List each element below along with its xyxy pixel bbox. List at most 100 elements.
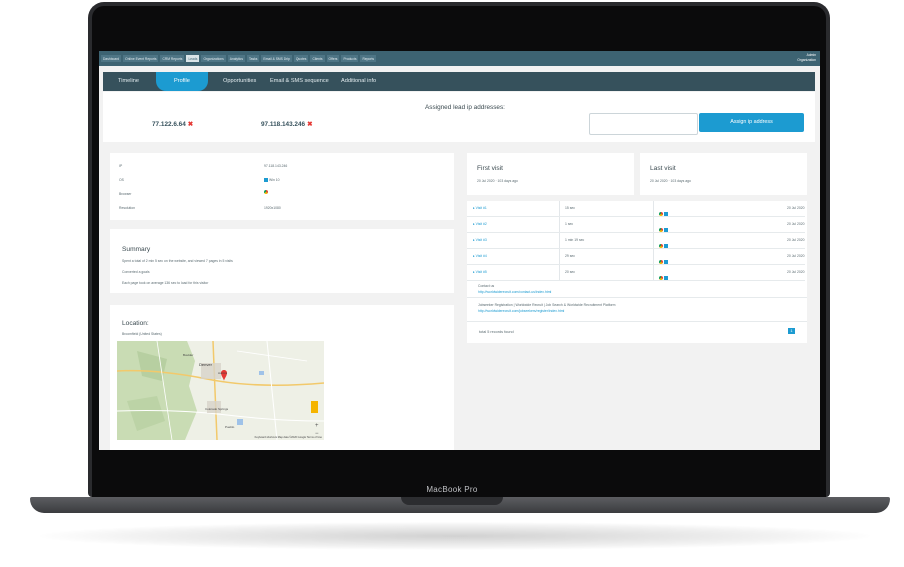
visit-duration: 1 min 19 sec [565, 238, 585, 242]
detail-label: Browser [119, 192, 132, 196]
nav-item-organizations[interactable]: Organizations [201, 55, 226, 62]
nav-item-dashboard[interactable]: Dashboard [101, 55, 122, 62]
map-label: Aurora [218, 371, 228, 375]
detail-value: 97.118.143.246 [264, 164, 288, 168]
summary-card: Summary Spent a total of 2 min 5 sec on … [110, 229, 454, 293]
nav-item-reports[interactable]: Reports [360, 55, 377, 62]
ip-address: 97.118.143.246 [261, 121, 306, 128]
tab-additional-info[interactable]: Additional info [341, 78, 376, 84]
map-label: Boulder [183, 353, 194, 357]
visit-row[interactable]: ▸ Visit #1 15 sec 20 Jul 2020 [467, 201, 805, 217]
ip-address-input[interactable] [589, 113, 698, 135]
visit-row[interactable]: ▸ Visit #3 1 min 19 sec 20 Jul 2020 [467, 233, 805, 249]
ip-address: 77.122.6.64 [152, 121, 186, 128]
last-visit-title: Last visit [650, 165, 676, 172]
windows-icon [664, 275, 668, 280]
nav-item-tasks[interactable]: Tasks [246, 55, 260, 62]
remove-ip-icon[interactable]: ✖ [188, 121, 193, 128]
location-map[interactable]: + − Denver Aurora Boulder Pueblo Colorad… [117, 341, 324, 440]
nav-item-leads[interactable]: Leads [186, 55, 200, 62]
visit-date: 20 Jul 2020 [787, 238, 805, 242]
last-visit-value: 20 Jul 2020 · 103 days ago [650, 179, 691, 183]
column-divider [653, 217, 654, 232]
map-image: + − [117, 341, 324, 440]
column-divider [559, 233, 560, 248]
windows-icon [664, 243, 668, 248]
visit-name[interactable]: ▸ Visit #5 [473, 270, 487, 274]
screen: Dashboard Online Event Reports CRM Reports… [99, 51, 820, 450]
windows-icon [664, 259, 668, 264]
nav-item-online-event-reports[interactable]: Online Event Reports [123, 55, 159, 62]
visit-row[interactable]: ▸ Visit #5 20 sec 20 Jul 2020 [467, 265, 805, 281]
windows-icon [264, 178, 268, 183]
ip-address-item: 97.118.143.246 ✖ [261, 120, 312, 128]
chrome-icon [659, 227, 663, 232]
page-entry: Jobseeker Registration | Worldwide Recru… [467, 301, 807, 316]
remove-ip-icon[interactable]: ✖ [307, 121, 312, 128]
visit-date: 20 Jul 2020 [787, 206, 805, 210]
column-divider [653, 201, 654, 216]
page-title: Jobseeker Registration | Worldwide Recru… [478, 303, 616, 307]
chrome-icon [659, 275, 663, 280]
records-footer: total 5 records found 1 [467, 321, 807, 342]
visit-duration: 29 sec [565, 254, 575, 258]
user-org: Organization [797, 57, 816, 62]
column-divider [559, 201, 560, 216]
tab-profile[interactable]: Profile [156, 72, 208, 91]
nav-item-crm-reports[interactable]: CRM Reports [160, 55, 185, 62]
first-visit-value: 20 Jul 2020 · 103 days ago [477, 179, 518, 183]
nav-item-analytics[interactable]: Analytics [227, 55, 245, 62]
last-visit-card: Last visit 20 Jul 2020 · 103 days ago [640, 153, 807, 195]
map-label: Denver [199, 362, 212, 367]
records-count: total 5 records found [479, 330, 514, 334]
tab-timeline[interactable]: Timeline [118, 78, 139, 84]
chrome-icon [659, 259, 663, 264]
location-card: Location: Broomfield (United States) + −… [110, 305, 454, 450]
summary-line: Each page took on average 136 sec to loa… [122, 281, 209, 285]
windows-icon [664, 211, 668, 216]
visit-date: 20 Jul 2020 [787, 270, 805, 274]
page-title: Contact us [478, 284, 495, 288]
visit-name[interactable]: ▸ Visit #2 [473, 222, 487, 226]
column-divider [653, 233, 654, 248]
nav-item-email-sms-drip[interactable]: Email & SMS Drip [261, 55, 292, 62]
detail-value-os: Win 10 [264, 178, 280, 183]
detail-label: OS [119, 178, 124, 182]
chrome-icon [659, 243, 663, 248]
laptop-shadow [40, 522, 870, 550]
svg-text:+: + [315, 423, 319, 429]
map-footer: Keyboard shortcuts Map data ©2020 Google… [254, 436, 322, 439]
user-menu[interactable]: Admin Organization [797, 53, 816, 62]
detail-label: Resolution [119, 206, 136, 210]
summary-line: Spent a total of 2 min 5 sec on the webs… [122, 259, 233, 263]
tab-email-sms-sequence[interactable]: Email & SMS sequence [270, 78, 329, 84]
nav-item-clients[interactable]: Clients [310, 55, 325, 62]
map-label: Colorado Springs [205, 407, 229, 411]
ip-address-item: 77.122.6.64 ✖ [152, 120, 193, 128]
column-divider [559, 265, 560, 280]
visit-name[interactable]: ▸ Visit #1 [473, 206, 487, 210]
ip-address-panel: Assigned lead ip addresses: 77.122.6.64 ✖… [103, 92, 815, 142]
visitor-details: IP 97.118.143.246 OS Win 10 Browser Reso… [110, 153, 454, 220]
nav-item-products[interactable]: Products [341, 55, 359, 62]
assign-ip-button[interactable]: Assign ip address [699, 113, 804, 132]
visit-name[interactable]: ▸ Visit #4 [473, 254, 487, 258]
nav-item-offers[interactable]: Offers [326, 55, 340, 62]
page-url-link[interactable]: http://worldwiderecruit.com/jobseekers/r… [478, 309, 564, 313]
map-label: Pueblo [225, 425, 235, 429]
detail-label: IP [119, 164, 123, 168]
pagination-page[interactable]: 1 [788, 328, 795, 334]
tab-opportunities[interactable]: Opportunities [223, 78, 256, 84]
detail-value-browser [264, 190, 269, 195]
visit-date: 20 Jul 2020 [787, 254, 805, 258]
windows-icon [664, 227, 668, 232]
column-divider [653, 249, 654, 264]
visit-row[interactable]: ▸ Visit #4 29 sec 20 Jul 2020 [467, 249, 805, 265]
nav-item-quotes[interactable]: Quotes [293, 55, 309, 62]
first-visit-title: First visit [477, 165, 504, 172]
profile-tabs: Timeline Profile Opportunities Email & S… [103, 72, 815, 91]
column-divider [653, 265, 654, 280]
visit-row[interactable]: ▸ Visit #2 1 sec 20 Jul 2020 [467, 217, 805, 233]
visit-name[interactable]: ▸ Visit #3 [473, 238, 487, 242]
page-url-link[interactable]: http://worldwiderecruit.com/contact-us/i… [478, 290, 551, 294]
